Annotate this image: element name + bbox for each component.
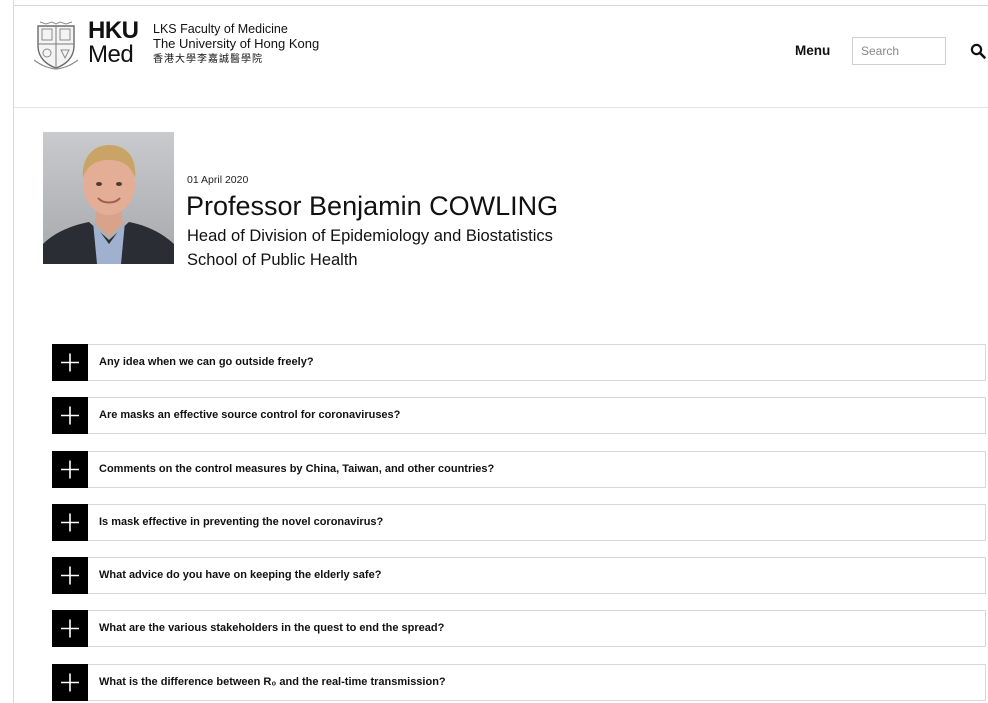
faq-question: Comments on the control measures by Chin… (99, 463, 495, 475)
faq-item[interactable]: Is mask effective in preventing the nove… (52, 504, 986, 541)
faq-question: Any idea when we can go outside freely? (99, 356, 314, 368)
faculty-name: LKS Faculty of Medicine (153, 22, 288, 36)
faq-item[interactable]: Any idea when we can go outside freely? (52, 344, 986, 381)
professor-name: Professor Benjamin COWLING (186, 191, 559, 221)
expand-toggle[interactable] (52, 610, 88, 647)
profile-photo (43, 132, 174, 264)
faq-question: What advice do you have on keeping the e… (99, 569, 382, 581)
professor-school: School of Public Health (187, 251, 358, 269)
university-name: The University of Hong Kong (153, 36, 320, 51)
page: HKU Med LKS Faculty of Medicine The Univ… (0, 0, 988, 703)
logo-med-text: Med (88, 41, 134, 68)
expand-toggle[interactable] (52, 664, 88, 701)
menu-button[interactable]: Menu (795, 43, 830, 58)
expand-toggle[interactable] (52, 344, 88, 381)
faculty-name-chinese: 香港大學李嘉誠醫學院 (153, 54, 263, 65)
plus-icon (61, 353, 79, 372)
site-header: HKU Med LKS Faculty of Medicine The Univ… (14, 6, 988, 108)
plus-icon (61, 406, 79, 425)
faq-question: Are masks an effective source control fo… (99, 409, 401, 421)
expand-toggle[interactable] (52, 451, 88, 488)
faq-item[interactable]: Comments on the control measures by Chin… (52, 451, 986, 488)
plus-icon (61, 673, 79, 692)
faq-item[interactable]: What advice do you have on keeping the e… (52, 557, 986, 594)
portrait-image (43, 132, 174, 264)
search-icon[interactable] (970, 43, 986, 59)
faq-item[interactable]: Are masks an effective source control fo… (52, 397, 986, 434)
plus-icon (61, 460, 79, 479)
faq-question: What is the difference between R₀ and th… (99, 676, 446, 688)
expand-toggle[interactable] (52, 504, 88, 541)
plus-icon (61, 619, 79, 638)
plus-icon (61, 513, 79, 532)
faq-question: Is mask effective in preventing the nove… (99, 516, 384, 528)
faq-item[interactable]: What is the difference between R₀ and th… (52, 664, 986, 701)
faq-question: What are the various stakeholders in the… (99, 622, 445, 634)
faq-item[interactable]: What are the various stakeholders in the… (52, 610, 986, 647)
home-logo-link[interactable]: HKU Med LKS Faculty of Medicine The Univ… (14, 6, 354, 86)
search-input[interactable] (852, 37, 946, 65)
logo-hku-text: HKU (88, 17, 139, 44)
professor-position: Head of Division of Epidemiology and Bio… (187, 227, 553, 245)
expand-toggle[interactable] (52, 557, 88, 594)
hku-crest-icon (34, 21, 78, 70)
expand-toggle[interactable] (52, 397, 88, 434)
post-date: 01 April 2020 (187, 174, 249, 186)
plus-icon (61, 566, 79, 585)
